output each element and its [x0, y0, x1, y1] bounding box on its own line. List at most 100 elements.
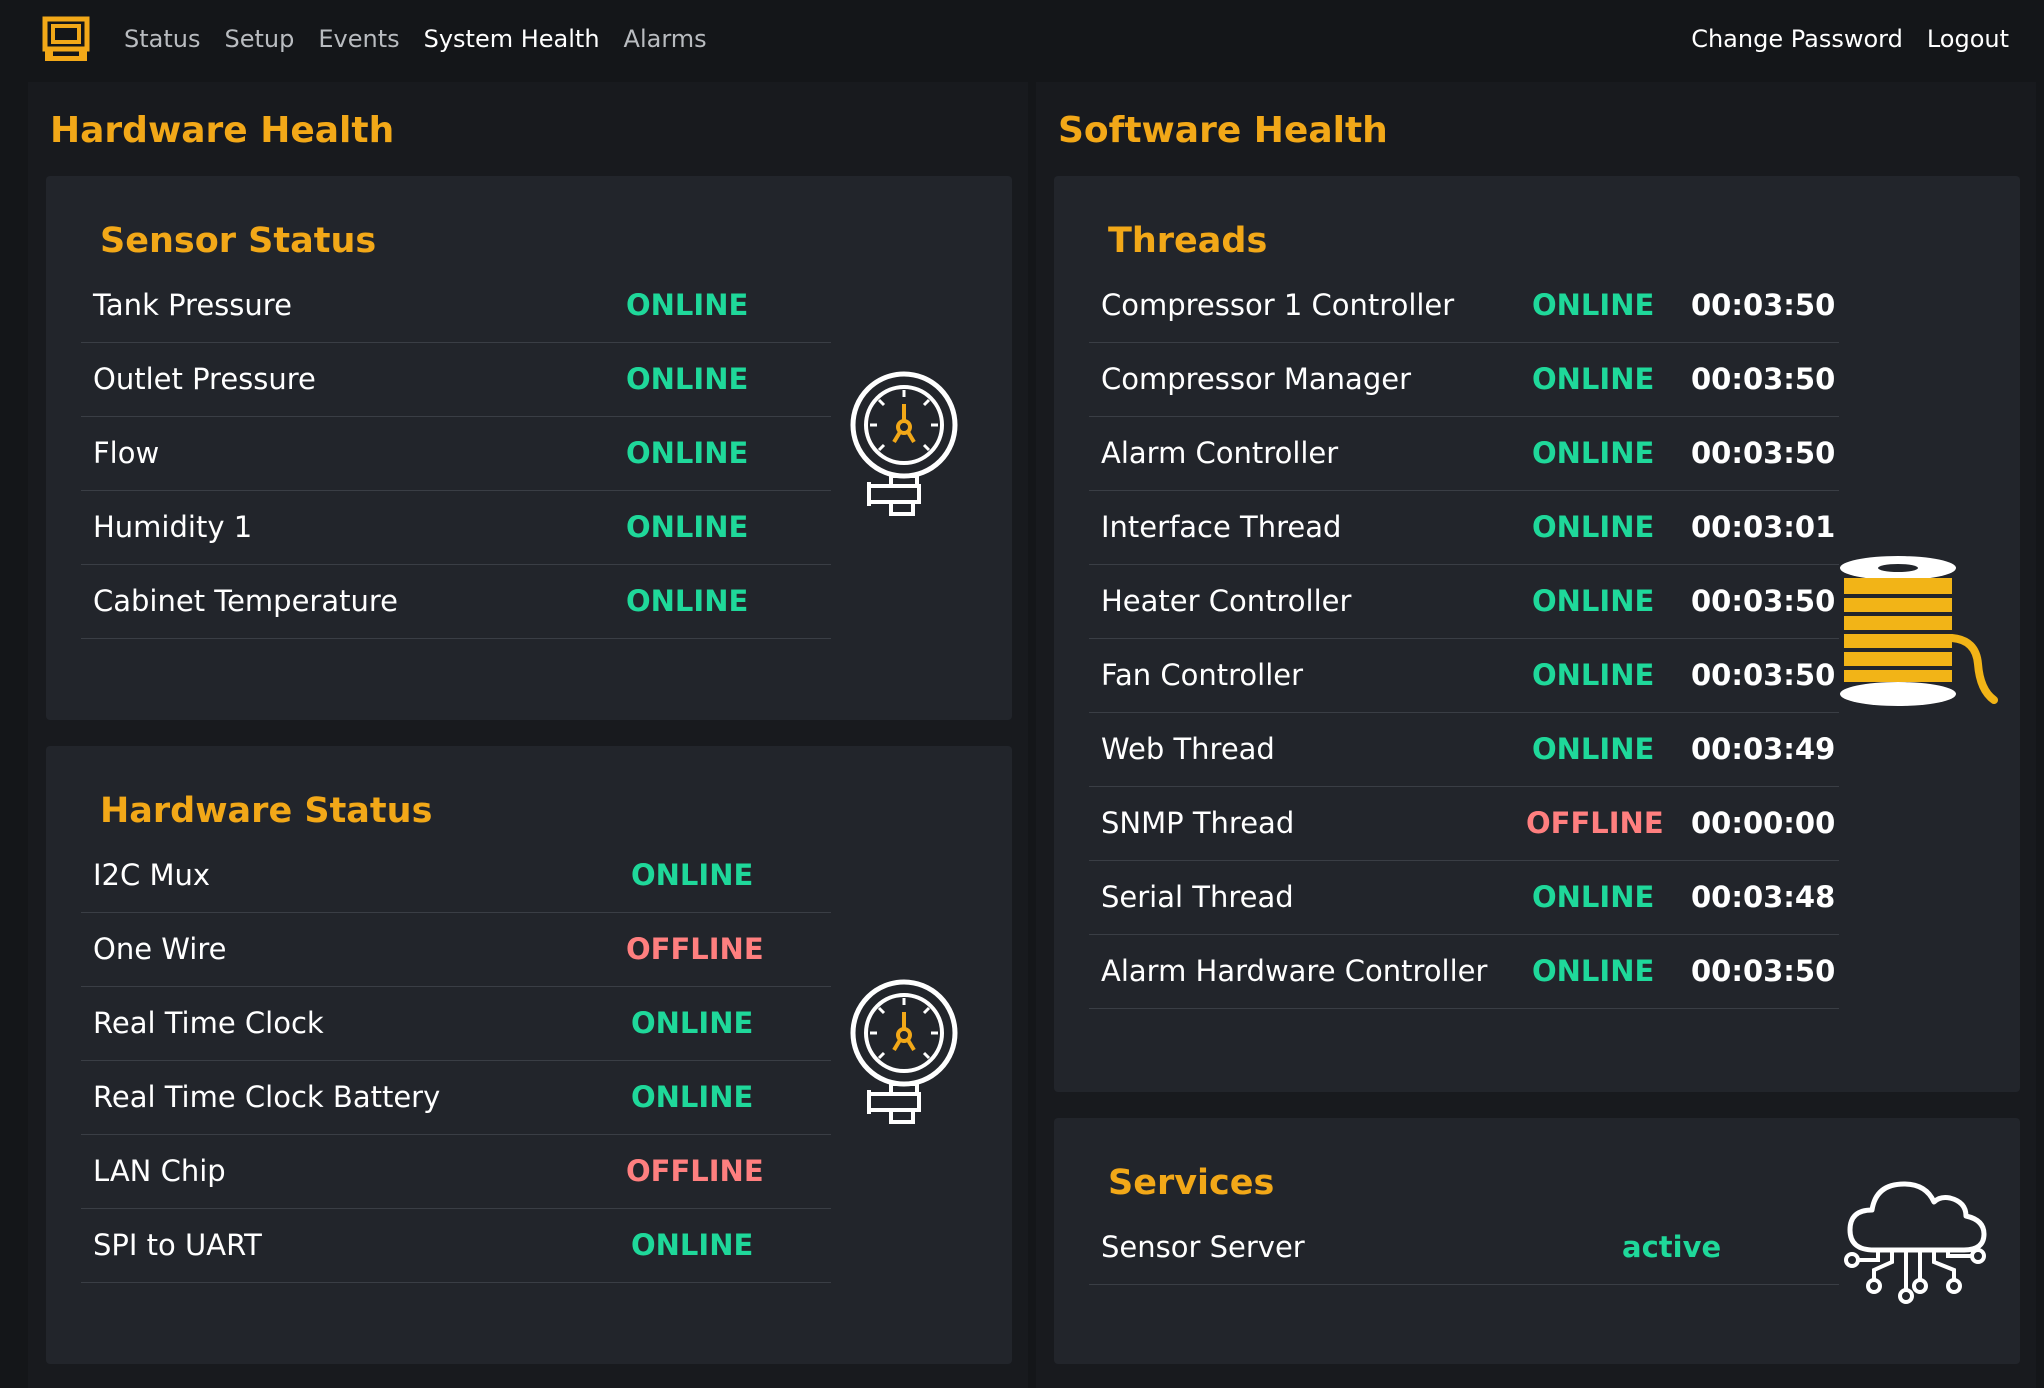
- thread-row: Fan Controller ONLINE 00:03:50: [1089, 639, 1839, 713]
- status-badge: ONLINE: [626, 288, 749, 322]
- thread-label: Web Thread: [1101, 732, 1275, 766]
- status-badge: ONLINE: [1532, 658, 1655, 692]
- thread-label: Alarm Hardware Controller: [1101, 954, 1488, 988]
- status-badge: ONLINE: [631, 1080, 754, 1114]
- threads-card: Threads Compressor 1 Controller ONLINE 0…: [1054, 176, 2020, 1092]
- status-badge: OFFLINE: [1526, 806, 1664, 840]
- uptime-value: 00:03:50: [1691, 288, 1836, 322]
- status-badge: ONLINE: [631, 1006, 754, 1040]
- sensor-row: Humidity 1 ONLINE: [81, 491, 831, 565]
- status-badge: ONLINE: [1532, 288, 1655, 322]
- hardware-label: Real Time Clock Battery: [93, 1080, 441, 1114]
- thread-label: Compressor Manager: [1101, 362, 1411, 396]
- top-navbar: Status Setup Events System Health Alarms…: [0, 0, 2044, 78]
- status-badge: ONLINE: [1532, 584, 1655, 618]
- status-badge: active: [1622, 1230, 1722, 1264]
- cloud-network-icon: [1844, 1181, 1987, 1304]
- sensor-row: Flow ONLINE: [81, 417, 831, 491]
- thread-row: Alarm Controller ONLINE 00:03:50: [1089, 417, 1839, 491]
- hardware-status-card: Hardware Status I2C Mux ONLINE One Wire …: [46, 746, 1012, 1364]
- status-badge: ONLINE: [1532, 732, 1655, 766]
- hardware-health-column: Hardware Health Sensor Status Tank Press…: [28, 82, 1028, 1388]
- nav-alarms[interactable]: Alarms: [624, 22, 707, 56]
- thread-label: Compressor 1 Controller: [1101, 288, 1455, 322]
- status-badge: ONLINE: [626, 510, 749, 544]
- pressure-gauge-icon: [850, 371, 958, 516]
- uptime-value: 00:00:00: [1691, 806, 1836, 840]
- uptime-value: 00:03:50: [1691, 658, 1836, 692]
- uptime-value: 00:03:50: [1691, 584, 1836, 618]
- uptime-value: 00:03:50: [1691, 436, 1836, 470]
- sensor-row: Cabinet Temperature ONLINE: [81, 565, 831, 639]
- uptime-value: 00:03:49: [1691, 732, 1836, 766]
- sensor-label: Outlet Pressure: [93, 362, 316, 396]
- status-badge: ONLINE: [1532, 880, 1655, 914]
- thread-label: Serial Thread: [1101, 880, 1294, 914]
- sensor-status-card: Sensor Status Tank Pressure ONLINE Outle…: [46, 176, 1012, 720]
- sensor-row: Tank Pressure ONLINE: [81, 269, 831, 343]
- nav-events[interactable]: Events: [318, 22, 399, 56]
- hardware-row: SPI to UART ONLINE: [81, 1209, 831, 1283]
- hardware-row: I2C Mux ONLINE: [81, 839, 831, 913]
- hardware-label: Real Time Clock: [93, 1006, 324, 1040]
- logout-link[interactable]: Logout: [1927, 22, 2009, 56]
- service-row: Sensor Server active: [1089, 1211, 1839, 1285]
- hardware-health-title: Hardware Health: [50, 110, 395, 151]
- main-nav: Status Setup Events System Health Alarms: [124, 22, 707, 56]
- threads-title: Threads: [1108, 221, 1268, 261]
- hardware-status-title: Hardware Status: [100, 791, 433, 831]
- software-health-column: Software Health Threads Compressor 1 Con…: [1036, 82, 2036, 1388]
- sensor-status-list: Tank Pressure ONLINE Outlet Pressure ONL…: [81, 269, 831, 639]
- hardware-label: LAN Chip: [93, 1154, 226, 1188]
- services-list: Sensor Server active: [1089, 1211, 1839, 1285]
- thread-label: Fan Controller: [1101, 658, 1304, 692]
- nav-system-health[interactable]: System Health: [424, 22, 600, 56]
- sensor-label: Tank Pressure: [93, 288, 292, 322]
- status-badge: OFFLINE: [626, 932, 764, 966]
- thread-row: Interface Thread ONLINE 00:03:01: [1089, 491, 1839, 565]
- change-password-link[interactable]: Change Password: [1691, 22, 1903, 56]
- nav-status[interactable]: Status: [124, 22, 200, 56]
- hardware-row: Real Time Clock Battery ONLINE: [81, 1061, 831, 1135]
- uptime-value: 00:03:50: [1691, 954, 1836, 988]
- status-badge: ONLINE: [1532, 436, 1655, 470]
- hardware-row: LAN Chip OFFLINE: [81, 1135, 831, 1209]
- status-badge: ONLINE: [1532, 510, 1655, 544]
- thread-row: Serial Thread ONLINE 00:03:48: [1089, 861, 1839, 935]
- sensor-label: Flow: [93, 436, 160, 470]
- thread-row: Alarm Hardware Controller ONLINE 00:03:5…: [1089, 935, 1839, 1009]
- status-badge: ONLINE: [626, 362, 749, 396]
- thread-row: SNMP Thread OFFLINE 00:00:00: [1089, 787, 1839, 861]
- status-badge: OFFLINE: [626, 1154, 764, 1188]
- uptime-value: 00:03:48: [1691, 880, 1836, 914]
- status-badge: ONLINE: [626, 584, 749, 618]
- thread-label: Interface Thread: [1101, 510, 1342, 544]
- hardware-row: Real Time Clock ONLINE: [81, 987, 831, 1061]
- hardware-label: I2C Mux: [93, 858, 211, 892]
- sensor-status-title: Sensor Status: [100, 221, 377, 261]
- status-badge: ONLINE: [631, 1228, 754, 1262]
- brand-logo-icon[interactable]: [42, 16, 90, 64]
- software-health-title: Software Health: [1058, 110, 1388, 151]
- thread-row: Compressor 1 Controller ONLINE 00:03:50: [1089, 269, 1839, 343]
- status-badge: ONLINE: [631, 858, 754, 892]
- pressure-gauge-icon: [850, 979, 958, 1124]
- hardware-row: One Wire OFFLINE: [81, 913, 831, 987]
- sensor-label: Cabinet Temperature: [93, 584, 398, 618]
- services-card: Services Sensor Server active: [1054, 1118, 2020, 1364]
- status-badge: ONLINE: [626, 436, 749, 470]
- thread-label: Alarm Controller: [1101, 436, 1339, 470]
- thread-row: Compressor Manager ONLINE 00:03:50: [1089, 343, 1839, 417]
- status-badge: ONLINE: [1532, 362, 1655, 396]
- uptime-value: 00:03:01: [1691, 510, 1836, 544]
- sensor-row: Outlet Pressure ONLINE: [81, 343, 831, 417]
- nav-setup[interactable]: Setup: [224, 22, 294, 56]
- thread-label: Heater Controller: [1101, 584, 1352, 618]
- hardware-status-list: I2C Mux ONLINE One Wire OFFLINE Real Tim…: [81, 839, 831, 1283]
- thread-row: Web Thread ONLINE 00:03:49: [1089, 713, 1839, 787]
- hardware-label: SPI to UART: [93, 1228, 262, 1262]
- uptime-value: 00:03:50: [1691, 362, 1836, 396]
- threads-list: Compressor 1 Controller ONLINE 00:03:50 …: [1089, 269, 1839, 1009]
- hardware-label: One Wire: [93, 932, 227, 966]
- status-badge: ONLINE: [1532, 954, 1655, 988]
